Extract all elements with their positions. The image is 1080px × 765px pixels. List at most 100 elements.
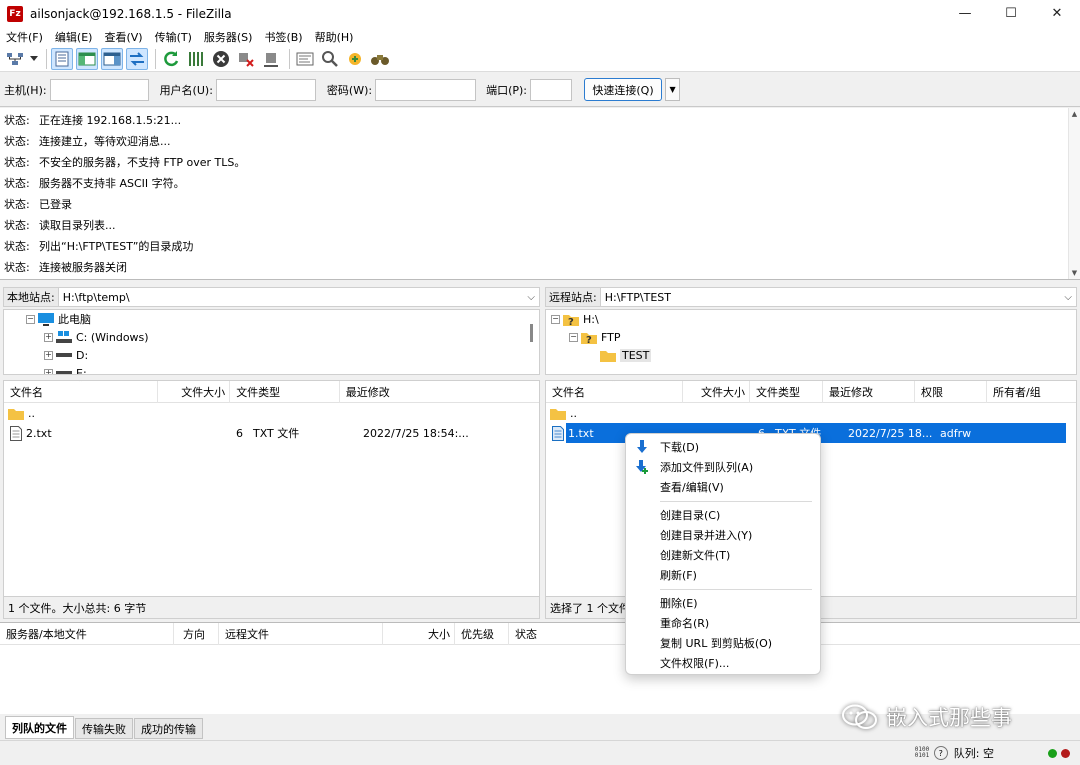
column-filesize[interactable]: 文件大小: [158, 381, 231, 403]
menu-item-view-edit[interactable]: 查看/编辑(V): [626, 477, 820, 497]
menu-item-file-permissions[interactable]: 文件权限(F)...: [626, 653, 820, 673]
disconnect-icon[interactable]: [235, 48, 257, 70]
menu-item-create-file[interactable]: 创建新文件(T): [626, 545, 820, 565]
menu-help[interactable]: 帮助(H): [309, 29, 360, 45]
column-direction[interactable]: 方向: [174, 623, 219, 645]
column-remote-file[interactable]: 远程文件: [219, 623, 383, 645]
list-item[interactable]: 2.txt 6 TXT 文件 2022/7/25 18:54:...: [4, 423, 539, 443]
menu-item-add-to-queue[interactable]: 添加文件到队列(A): [626, 457, 820, 477]
sort-ascending-icon: ⌃: [77, 380, 84, 387]
tree-node-remote-root[interactable]: − ? H:\: [551, 310, 599, 328]
host-input[interactable]: [49, 78, 149, 101]
expand-icon[interactable]: +: [44, 350, 53, 360]
menu-item-create-directory[interactable]: 创建目录(C): [626, 505, 820, 525]
column-permissions[interactable]: 权限: [915, 381, 987, 403]
menu-bookmarks[interactable]: 书签(B): [258, 29, 308, 45]
tree-node-drive-e[interactable]: + E:: [44, 364, 87, 374]
menu-transfer[interactable]: 传输(T): [149, 29, 198, 45]
close-button[interactable]: ✕: [1034, 0, 1080, 27]
search-icon[interactable]: [369, 48, 391, 70]
maximize-button[interactable]: ☐: [988, 0, 1034, 27]
queue-header: 服务器/本地文件 方向 远程文件 大小 优先级 状态: [0, 623, 1080, 645]
password-input[interactable]: [375, 78, 477, 101]
column-size[interactable]: 大小: [383, 623, 455, 645]
folder-icon: [8, 406, 24, 420]
filter-icon[interactable]: [294, 48, 316, 70]
folder-icon: [600, 348, 616, 362]
column-modified[interactable]: 最近修改: [340, 381, 539, 403]
column-owner[interactable]: 所有者/组: [987, 381, 1075, 403]
sync-browse-icon[interactable]: [344, 48, 366, 70]
menu-item-create-directory-enter[interactable]: 创建目录并进入(Y): [626, 525, 820, 545]
username-input[interactable]: [215, 78, 316, 101]
remote-tree-icon[interactable]: [101, 47, 123, 70]
menu-server[interactable]: 服务器(S): [198, 29, 259, 45]
column-filesize[interactable]: 文件大小: [683, 381, 750, 403]
column-filetype[interactable]: 文件类型: [750, 381, 823, 403]
scroll-down-icon[interactable]: ▼: [1069, 267, 1080, 279]
computer-icon: [38, 312, 54, 326]
menu-file[interactable]: 文件(F): [0, 29, 49, 45]
quickconnect-dropdown-icon[interactable]: ▼: [665, 78, 681, 101]
column-modified[interactable]: 最近修改: [823, 381, 915, 403]
title-bar: Fz ailsonjack@192.168.1.5 - FileZilla — …: [0, 0, 1080, 27]
menu-view[interactable]: 查看(V): [98, 29, 148, 45]
menu-edit[interactable]: 编辑(E): [49, 29, 99, 45]
cancel-icon[interactable]: [210, 48, 232, 70]
chevron-down-icon[interactable]: ⌵: [1064, 292, 1072, 303]
collapse-icon[interactable]: −: [569, 332, 578, 342]
local-site-label: 本地站点:: [3, 287, 59, 307]
comparison-icon[interactable]: [319, 48, 341, 70]
username-label: 用户名(U):: [159, 83, 213, 97]
refresh-icon[interactable]: [160, 48, 182, 70]
binary-mode-icon[interactable]: 0100 0101: [915, 747, 931, 759]
tree-node-remote-test[interactable]: TEST: [600, 346, 652, 364]
log-scrollbar[interactable]: ▲ ▼: [1068, 108, 1080, 279]
tab-failed-transfers[interactable]: 传输失败: [75, 718, 133, 739]
tree-scrollbar-thumb[interactable]: [530, 324, 533, 342]
local-site-bar: 本地站点: H:\ftp\temp\ ⌵: [3, 286, 540, 308]
local-directory-tree: − 此电脑 + C: (Windows) + D: + E:: [3, 309, 540, 375]
list-item-parent[interactable]: ..: [4, 403, 539, 423]
site-manager-icon[interactable]: [4, 48, 26, 70]
local-path-combobox[interactable]: H:\ftp\temp\ ⌵: [58, 287, 540, 307]
collapse-icon[interactable]: −: [551, 314, 560, 324]
column-status[interactable]: 状态: [509, 623, 629, 645]
transfer-queue-icon[interactable]: [126, 47, 148, 70]
tab-queued-files[interactable]: 列队的文件: [5, 716, 74, 739]
scroll-up-icon[interactable]: ▲: [1069, 108, 1080, 120]
menu-item-copy-url[interactable]: 复制 URL 到剪贴板(O): [626, 633, 820, 653]
column-filetype[interactable]: 文件类型: [230, 381, 340, 403]
local-tree-icon[interactable]: [76, 47, 98, 70]
tree-node-remote-ftp[interactable]: − ? FTP: [569, 328, 621, 346]
menu-item-refresh[interactable]: 刷新(F): [626, 565, 820, 585]
remote-site-label: 远程站点:: [545, 287, 601, 307]
process-queue-icon[interactable]: [185, 48, 207, 70]
message-log-icon[interactable]: [51, 47, 73, 70]
list-item-parent[interactable]: ..: [546, 403, 1076, 423]
tab-successful-transfers[interactable]: 成功的传输: [134, 718, 203, 739]
menu-item-delete[interactable]: 删除(E): [626, 593, 820, 613]
column-priority[interactable]: 优先级: [455, 623, 509, 645]
unknown-folder-icon: ?: [581, 330, 597, 344]
column-server-local[interactable]: 服务器/本地文件: [0, 623, 174, 645]
speed-limit-icon[interactable]: ?: [933, 746, 948, 760]
dropdown-icon[interactable]: [29, 48, 39, 70]
collapse-icon[interactable]: −: [26, 314, 35, 324]
remote-path-combobox[interactable]: H:\FTP\TEST ⌵: [600, 287, 1077, 307]
chevron-down-icon[interactable]: ⌵: [527, 292, 535, 303]
menu-item-download[interactable]: 下载(D): [626, 437, 820, 457]
menu-item-rename[interactable]: 重命名(R): [626, 613, 820, 633]
port-input[interactable]: [530, 78, 573, 101]
minimize-button[interactable]: —: [942, 0, 988, 27]
window-title: ailsonjack@192.168.1.5 - FileZilla: [30, 6, 232, 21]
expand-icon[interactable]: +: [44, 368, 53, 374]
toolbar: [0, 46, 1080, 72]
toolbar-separator: [155, 48, 156, 69]
tree-node-this-pc[interactable]: − 此电脑: [26, 310, 91, 328]
expand-icon[interactable]: +: [44, 332, 53, 342]
quickconnect-button[interactable]: 快速连接(Q): [584, 78, 663, 101]
reconnect-icon[interactable]: [260, 48, 282, 70]
tree-node-drive-d[interactable]: + D:: [44, 346, 88, 364]
tree-node-drive-c[interactable]: + C: (Windows): [44, 328, 149, 346]
